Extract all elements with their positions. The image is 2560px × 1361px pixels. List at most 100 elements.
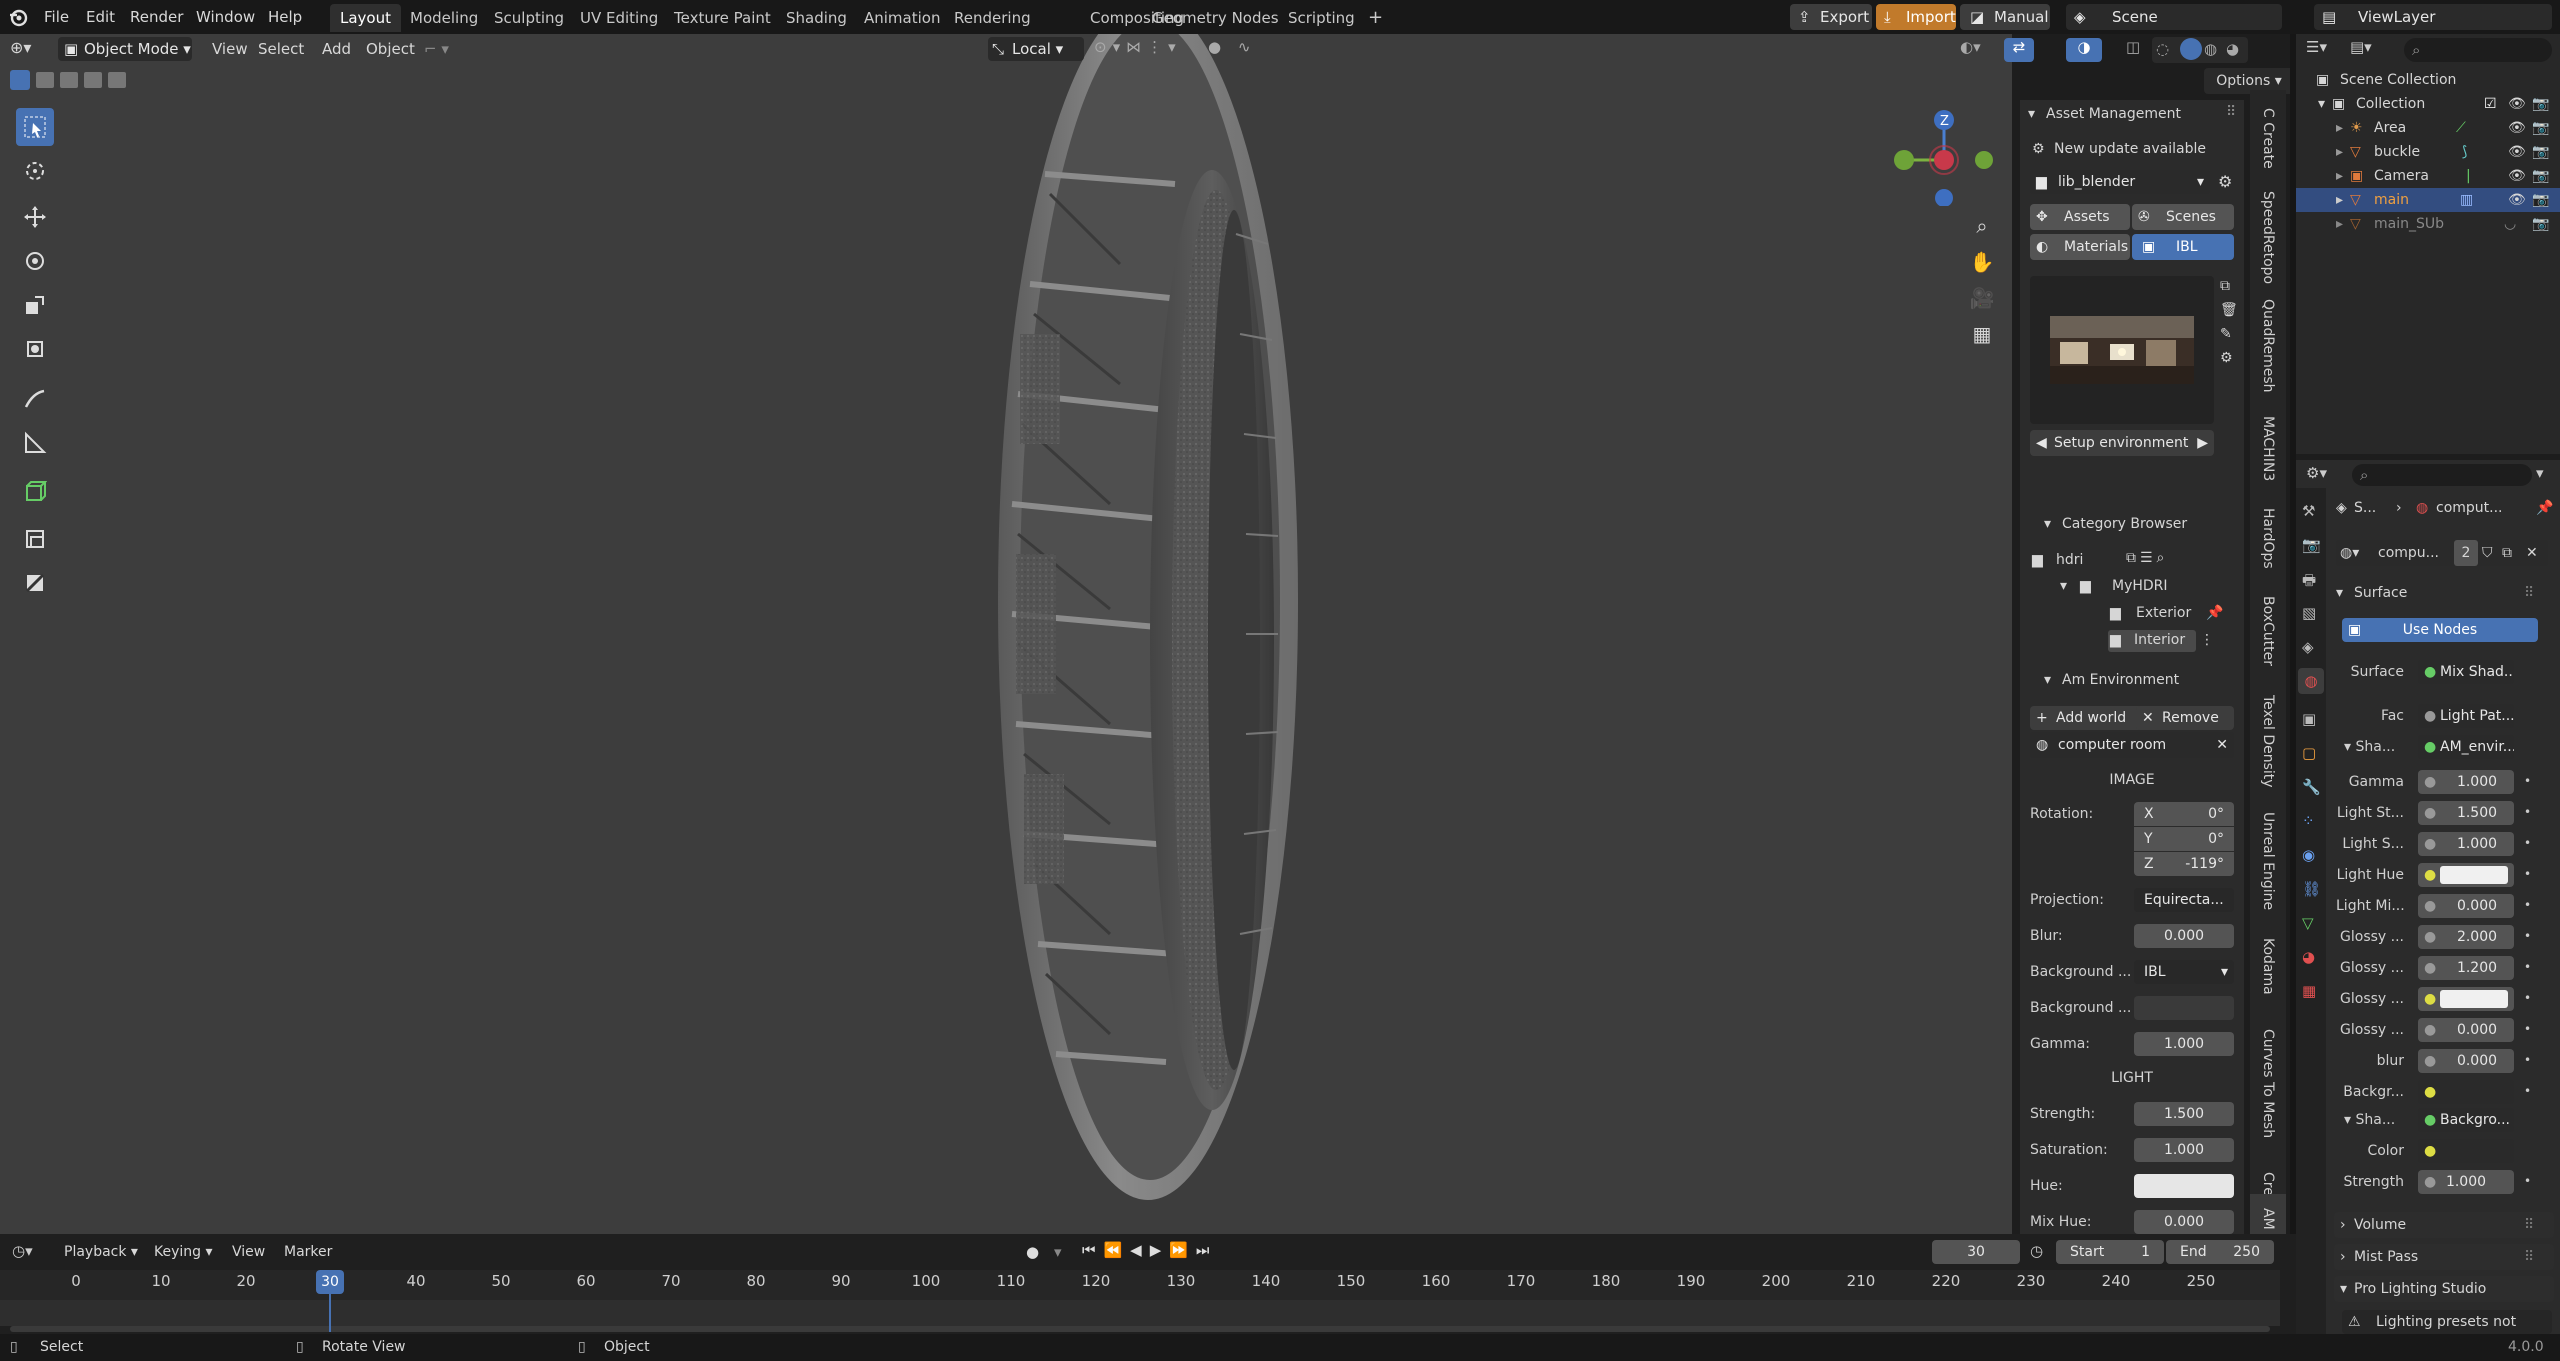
end-frame-field[interactable]: End 250 <box>2166 1240 2274 1264</box>
tab-rendering[interactable]: Rendering <box>944 4 1041 32</box>
keyframe-dot-icon[interactable]: • <box>2524 836 2531 850</box>
timeline-scrollbar[interactable] <box>10 1326 2270 1332</box>
playhead-frame-label[interactable]: 30 <box>316 1270 344 1294</box>
collection-expand-icon[interactable]: ▾ <box>2318 92 2325 116</box>
display-mode-icon[interactable]: ▤▾ <box>2350 38 2390 62</box>
category-interior[interactable]: Interior <box>2134 632 2185 648</box>
record-icon[interactable]: ● <box>1026 1243 1048 1265</box>
collection-tab-icon[interactable]: ▣ <box>2302 710 2316 728</box>
outliner-editor-type-icon[interactable]: ☰▾ <box>2306 38 2346 62</box>
sidetab-speedretopo[interactable]: SpeedRetopo <box>2250 190 2286 286</box>
timeline-view-menu[interactable]: View <box>226 1240 271 1264</box>
user-count[interactable]: 2 <box>2454 540 2478 566</box>
menu-file[interactable]: File <box>38 4 75 30</box>
material-tab-icon[interactable]: ◕ <box>2302 948 2315 966</box>
outliner-search-input[interactable]: ⌕ <box>2404 38 2552 62</box>
render-camera-icon[interactable]: 📷 <box>2532 140 2549 164</box>
unlink-x-icon[interactable]: ✕ <box>2526 540 2538 566</box>
gamma-field[interactable]: 1.000 <box>2134 1032 2234 1056</box>
am-env-chevron-icon[interactable]: ▾ <box>2044 672 2051 688</box>
update-notice[interactable]: New update available <box>2054 141 2206 157</box>
cursor-tool[interactable] <box>16 152 54 190</box>
properties-editor-type-icon[interactable]: ⚙▾ <box>2306 464 2346 488</box>
menu-window[interactable]: Window <box>190 4 261 30</box>
scene-selector[interactable]: ◈ Scene <box>2066 4 2282 30</box>
duplicate-icon[interactable]: ⧉ <box>2502 540 2512 566</box>
sidetab-hardops[interactable]: HardOps <box>2250 500 2286 576</box>
xray-toggle-icon[interactable]: ◑ <box>2066 38 2102 62</box>
category-chevron-icon[interactable]: ▾ <box>2044 516 2051 532</box>
pivot-snap-icons[interactable]: ⊙▾⋈⋮▾ <box>1094 38 1214 62</box>
keyframe-dot-icon[interactable]: • <box>2524 1053 2531 1067</box>
playback-menu[interactable]: Playback ▾ <box>58 1240 144 1264</box>
keying-menu[interactable]: Keying ▾ <box>148 1240 219 1264</box>
visibility-eye-icon[interactable]: 👁 <box>2508 188 2526 212</box>
keyframe-dot-icon[interactable]: • <box>2524 774 2531 788</box>
background1-dropdown[interactable]: IBL ▾ <box>2134 960 2234 984</box>
fac-node-selector[interactable]: ● Light Pat... <box>2418 704 2514 728</box>
properties-search-input[interactable]: ⌕ <box>2352 464 2532 486</box>
more-menu-icon[interactable]: ⋮ <box>2200 632 2214 648</box>
myhdri-chevron-icon[interactable]: ▾ <box>2060 578 2067 594</box>
library-selector[interactable]: ▆ lib_blender ▾ <box>2030 170 2210 194</box>
world-name-field[interactable]: ◍ computer room ✕ <box>2030 732 2234 758</box>
select-extend-icon[interactable] <box>36 72 54 88</box>
tab-geometry-nodes[interactable]: Geometry Nodes <box>1142 4 1289 32</box>
start-frame-field[interactable]: Start 1 <box>2056 1240 2164 1264</box>
data-tab-icon[interactable]: ▽ <box>2302 914 2314 932</box>
preview-range-clock-icon[interactable]: ◷ <box>2030 1242 2043 1260</box>
sidetab-machin3[interactable]: MACHIN3 <box>2250 408 2286 490</box>
timeline-editor-type-icon[interactable]: ◷▾ <box>12 1242 52 1264</box>
keyframe-dot-icon[interactable]: • <box>2524 805 2531 819</box>
expand-arrow-icon[interactable]: ▸ <box>2336 116 2343 140</box>
keyframe-dot-icon[interactable]: • <box>2524 898 2531 912</box>
use-nodes-button[interactable]: ▣ Use Nodes <box>2342 618 2538 642</box>
rendered-shading-icon[interactable]: ◕ <box>2226 40 2239 58</box>
hdri-preview-frame[interactable] <box>2030 276 2214 424</box>
overlay-toggle-icon[interactable]: ⇄ <box>2004 38 2034 62</box>
shader-input-field[interactable]: ● 1.000 <box>2418 770 2514 794</box>
fake-user-shield-icon[interactable]: ⛉ <box>2482 540 2493 566</box>
keyframe-dot-icon[interactable]: • <box>2524 1084 2531 1098</box>
sidetab-quadremesh[interactable]: QuadRemesh <box>2250 294 2286 398</box>
shader-input-field[interactable]: ● 1.000 <box>2418 832 2514 856</box>
category-myhdri[interactable]: MyHDRI <box>2112 578 2168 594</box>
ibl-tab[interactable]: ▣ IBL <box>2132 234 2234 260</box>
color-field[interactable]: ● <box>2418 1139 2514 1163</box>
outliner-item-buckle[interactable]: ▸ ▽ buckle ⟆ 👁 📷 <box>2296 140 2560 164</box>
select-box-tool[interactable] <box>16 108 54 146</box>
volume-panel-header[interactable]: › Volume ⠿ <box>2334 1212 2554 1238</box>
viewport-menu-select[interactable]: Select <box>252 37 310 61</box>
collapse-chevron-icon[interactable]: ▾ <box>2028 106 2035 122</box>
shader-input-field[interactable]: ● 0.000 <box>2418 1018 2514 1042</box>
render-camera-icon[interactable]: 📷 <box>2532 92 2549 116</box>
xray-icon[interactable]: ◫ <box>2126 38 2150 62</box>
perspective-grid-icon[interactable]: ▦ <box>1966 322 1998 354</box>
measure-tool[interactable] <box>16 424 54 462</box>
pro-lighting-panel-header[interactable]: ▾ Pro Lighting Studio <box>2334 1276 2554 1302</box>
wireframe-shading-icon[interactable]: ◌ <box>2156 40 2169 58</box>
mist-pass-panel-header[interactable]: › Mist Pass ⠿ <box>2334 1244 2554 1270</box>
modifier-tab-icon[interactable]: 🔧 <box>2302 778 2321 796</box>
menu-help[interactable]: Help <box>262 4 308 30</box>
render-camera-icon[interactable]: 📷 <box>2532 116 2549 140</box>
shader1-label[interactable]: ▾ Sha... <box>2344 739 2404 755</box>
particles-tab-icon[interactable]: ⁘ <box>2302 812 2315 830</box>
import-button[interactable]: ⤓ Import <box>1876 4 1956 30</box>
expand-arrow-icon[interactable]: ▸ <box>2336 212 2343 236</box>
tab-modeling[interactable]: Modeling <box>400 4 488 32</box>
shader-input-field[interactable]: ● 0.000 <box>2418 1049 2514 1073</box>
marker-menu[interactable]: Marker <box>278 1240 338 1264</box>
bevel-tool[interactable] <box>16 564 54 602</box>
edit-pencil-icon[interactable]: ✎ <box>2220 326 2232 342</box>
physics-tab-icon[interactable]: ◉ <box>2302 846 2315 864</box>
editor-type-button[interactable]: ⊕▾ <box>10 38 50 62</box>
trash-icon[interactable]: 🗑 <box>2220 302 2238 318</box>
rotation-y-field[interactable]: Y 0° <box>2134 827 2234 851</box>
tab-shading[interactable]: Shading <box>776 4 857 32</box>
shader-input-field[interactable]: ● 2.000 <box>2418 925 2514 949</box>
materials-tab[interactable]: ◐ Materials <box>2030 234 2130 260</box>
visibility-eye-icon[interactable]: 👁 <box>2508 92 2526 116</box>
blur-field[interactable]: 0.000 <box>2134 924 2234 948</box>
view-layer-tab-icon[interactable]: ▧ <box>2302 604 2316 622</box>
